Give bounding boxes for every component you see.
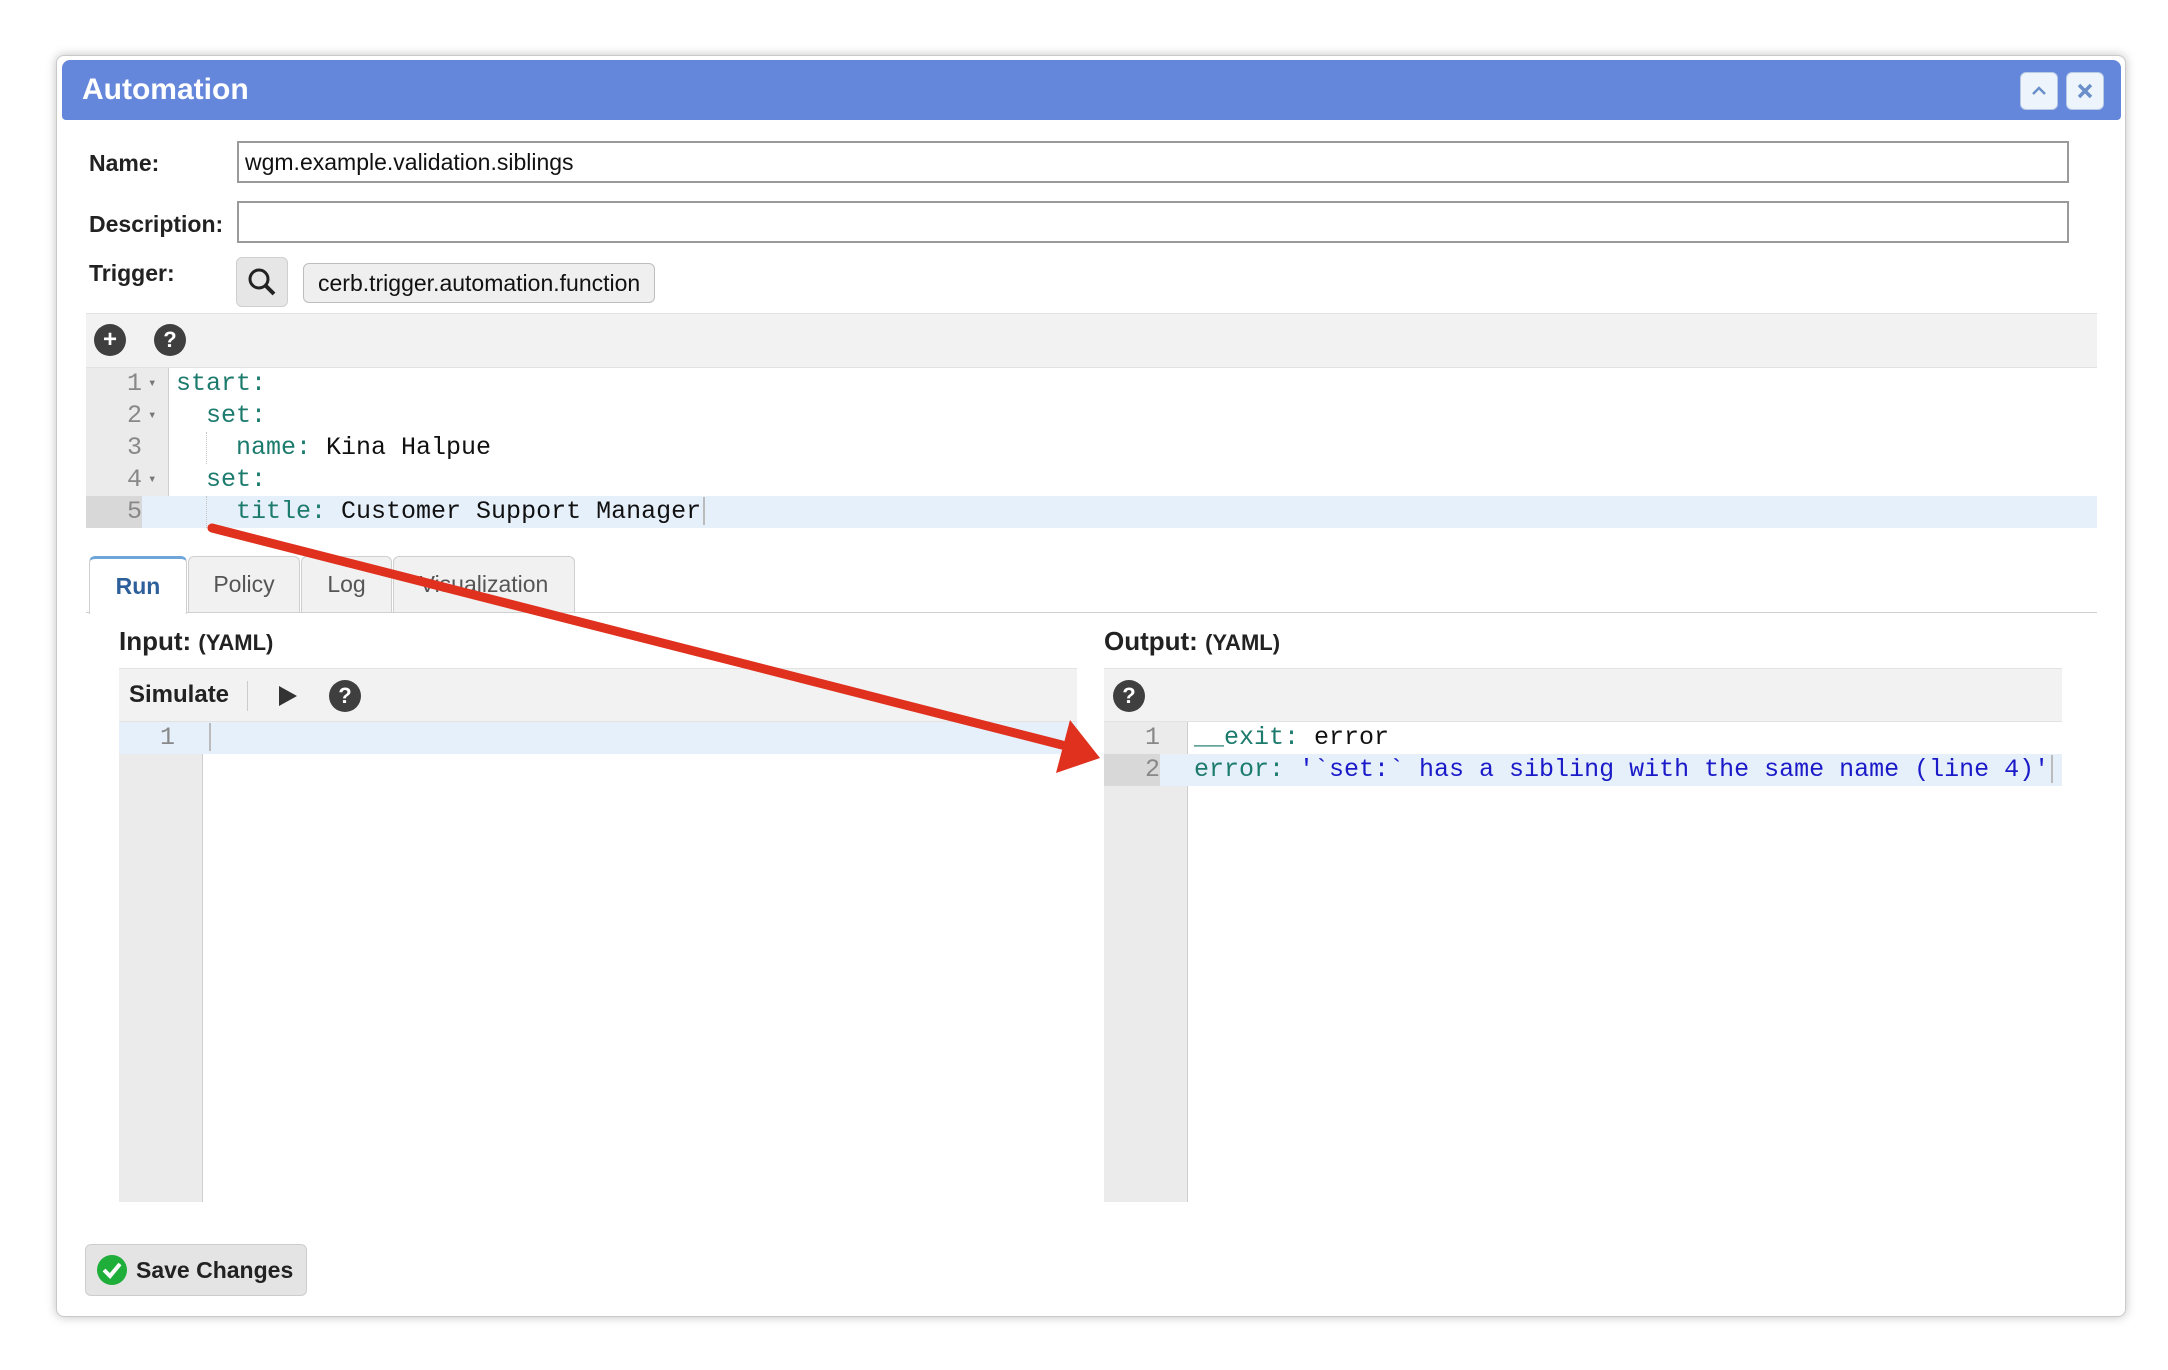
input-cursor-line (207, 722, 211, 754)
output-title: Output: (1104, 626, 1198, 656)
tab-run[interactable]: Run (89, 556, 187, 614)
input-title: Input: (119, 626, 192, 656)
close-icon (2077, 83, 2093, 99)
trigger-search-button[interactable] (236, 257, 288, 307)
description-input[interactable] (237, 201, 2069, 243)
script-editor[interactable]: 1 ▾ start: 2 ▾ set: 3 name: Kina Halpue 4 ▾ set… (86, 368, 2097, 528)
input-line: 1 (119, 722, 1077, 754)
simulate-button[interactable]: Simulate (129, 681, 229, 709)
input-line-number: 1 (159, 723, 175, 752)
input-editor[interactable]: 1 (119, 722, 1077, 1202)
output-line-number: 1 (1144, 723, 1160, 752)
script-toolbar: + ? (86, 313, 2097, 368)
chevron-up-icon (2032, 86, 2046, 95)
script-line: 2 ▾ set: (86, 400, 2097, 432)
output-gutter (1104, 722, 1188, 1202)
script-code: title: Customer Support Manager (176, 496, 706, 528)
name-label: Name: (89, 150, 160, 176)
script-line: 4 ▾ set: (86, 464, 2097, 496)
name-input[interactable] (237, 141, 2069, 183)
input-gutter (119, 722, 203, 1202)
tab-log[interactable]: Log (301, 556, 392, 612)
script-line: 1 ▾ start: (86, 368, 2097, 400)
script-line-number: 3 (126, 433, 142, 462)
output-subtitle: (YAML) (1205, 630, 1281, 655)
indent-guide (206, 496, 207, 528)
save-changes-label: Save Changes (136, 1256, 294, 1283)
script-code: set: (176, 465, 267, 494)
script-code: set: (176, 401, 267, 430)
description-label: Description: (89, 211, 224, 237)
trigger-chip[interactable]: cerb.trigger.automation.function (303, 263, 656, 303)
output-toolbar: ? (1104, 668, 2062, 722)
script-line: 3 name: Kina Halpue (86, 432, 2097, 464)
tabs-divider (86, 612, 2097, 613)
tab-visualization[interactable]: Visualization (393, 556, 575, 612)
save-changes-button[interactable]: Save Changes (85, 1244, 307, 1296)
output-editor[interactable]: 1 __exit: error 2 error: '`set:` has a sibl… (1104, 722, 2062, 1202)
script-code: name: Kina Halpue (176, 433, 492, 462)
script-line-number: 2 (126, 401, 142, 430)
indent-guide (206, 432, 207, 464)
script-line-number: 4 (126, 465, 142, 494)
input-pane-title: Input: (YAML) (119, 626, 273, 657)
script-line-number: 1 (126, 369, 142, 398)
fold-toggle-icon[interactable]: ▾ (148, 368, 156, 400)
dialog-title: Automation (82, 73, 249, 106)
script-line: 5 title: Customer Support Manager (86, 496, 2097, 528)
output-line: 1 __exit: error (1104, 722, 2062, 754)
output-code: __exit: error (1194, 723, 1390, 752)
output-line: 2 error: '`set:` has a sibling with the s… (1104, 754, 2062, 786)
input-help-icon[interactable]: ? (329, 680, 361, 712)
toolbar-separator (247, 681, 248, 711)
collapse-button[interactable] (2020, 72, 2058, 110)
fold-toggle-icon[interactable]: ▾ (148, 464, 156, 496)
input-subtitle: (YAML) (198, 630, 274, 655)
output-pane-title: Output: (YAML) (1104, 626, 1280, 657)
output-help-icon[interactable]: ? (1113, 680, 1145, 712)
input-toolbar: Simulate ? (119, 668, 1077, 722)
add-icon[interactable]: + (94, 324, 126, 356)
play-icon[interactable] (274, 683, 300, 709)
dialog-titlebar[interactable]: Automation (62, 60, 2121, 120)
check-icon (97, 1255, 127, 1285)
help-icon[interactable]: ? (154, 324, 186, 356)
tab-policy[interactable]: Policy (188, 556, 300, 612)
script-line-number: 5 (86, 496, 142, 528)
fold-toggle-icon[interactable]: ▾ (148, 400, 156, 432)
output-code: error: '`set:` has a sibling with the sa… (1194, 754, 2054, 786)
search-icon (248, 268, 276, 296)
output-line-number: 2 (1104, 754, 1160, 786)
script-code: start: (176, 369, 267, 398)
close-button[interactable] (2066, 72, 2104, 110)
trigger-label: Trigger: (89, 260, 175, 286)
